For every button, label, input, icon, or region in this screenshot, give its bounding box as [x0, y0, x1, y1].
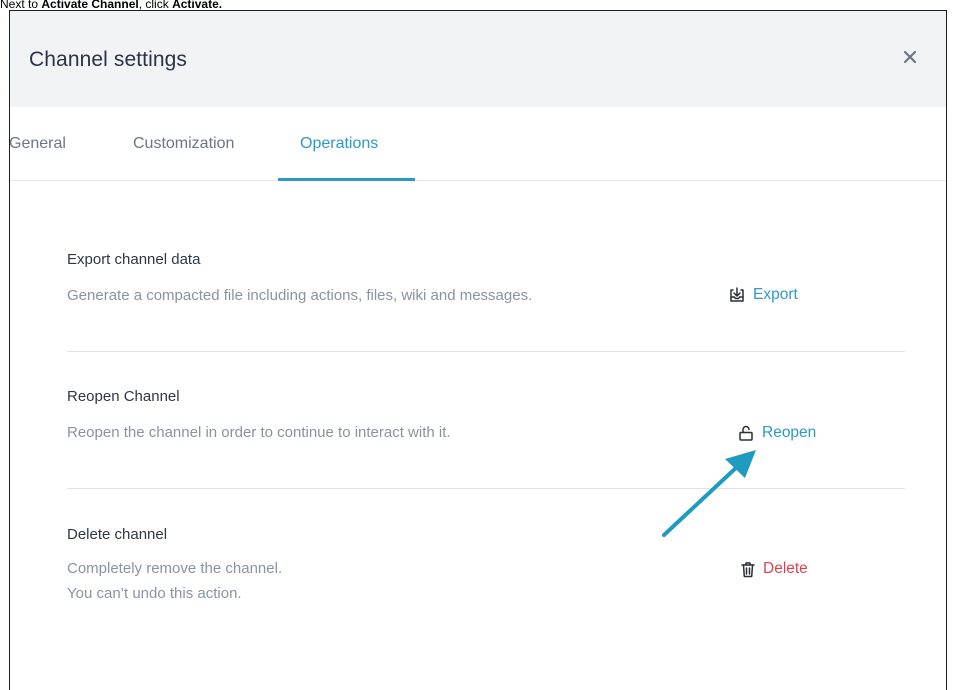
- dialog-title: Channel settings: [29, 48, 188, 71]
- export-label: Export: [753, 286, 798, 303]
- divider: [67, 488, 905, 489]
- trash-icon: [741, 561, 755, 577]
- tab-operations[interactable]: Operations: [300, 135, 378, 153]
- reopen-section-description: Reopen the channel in order to continue …: [67, 424, 451, 441]
- close-button[interactable]: [900, 47, 920, 67]
- delete-section-description-line1: Completely remove the channel.: [67, 560, 283, 577]
- tab-general[interactable]: General: [9, 135, 66, 153]
- delete-section-description-line2: You can’t undo this action.: [67, 585, 242, 602]
- close-icon: [903, 50, 917, 64]
- export-section-title: Export channel data: [67, 251, 201, 268]
- unlock-icon: [739, 425, 753, 441]
- active-tab-indicator: [278, 178, 415, 181]
- export-button[interactable]: Export: [728, 286, 798, 304]
- divider: [67, 351, 905, 352]
- dialog-header: Channel settings: [10, 11, 946, 107]
- tab-bar: General Customization Operations: [9, 107, 946, 181]
- channel-settings-dialog: Channel settings General Customization O…: [9, 10, 947, 690]
- reopen-section-title: Reopen Channel: [67, 388, 180, 405]
- delete-label: Delete: [763, 560, 808, 577]
- delete-button[interactable]: Delete: [740, 560, 808, 578]
- export-icon: [730, 287, 744, 302]
- delete-section-title: Delete channel: [67, 526, 168, 543]
- reopen-label: Reopen: [762, 424, 817, 441]
- tab-customization[interactable]: Customization: [133, 135, 234, 153]
- reopen-button[interactable]: Reopen: [737, 424, 816, 442]
- export-section-description: Generate a compacted file including acti…: [67, 287, 533, 304]
